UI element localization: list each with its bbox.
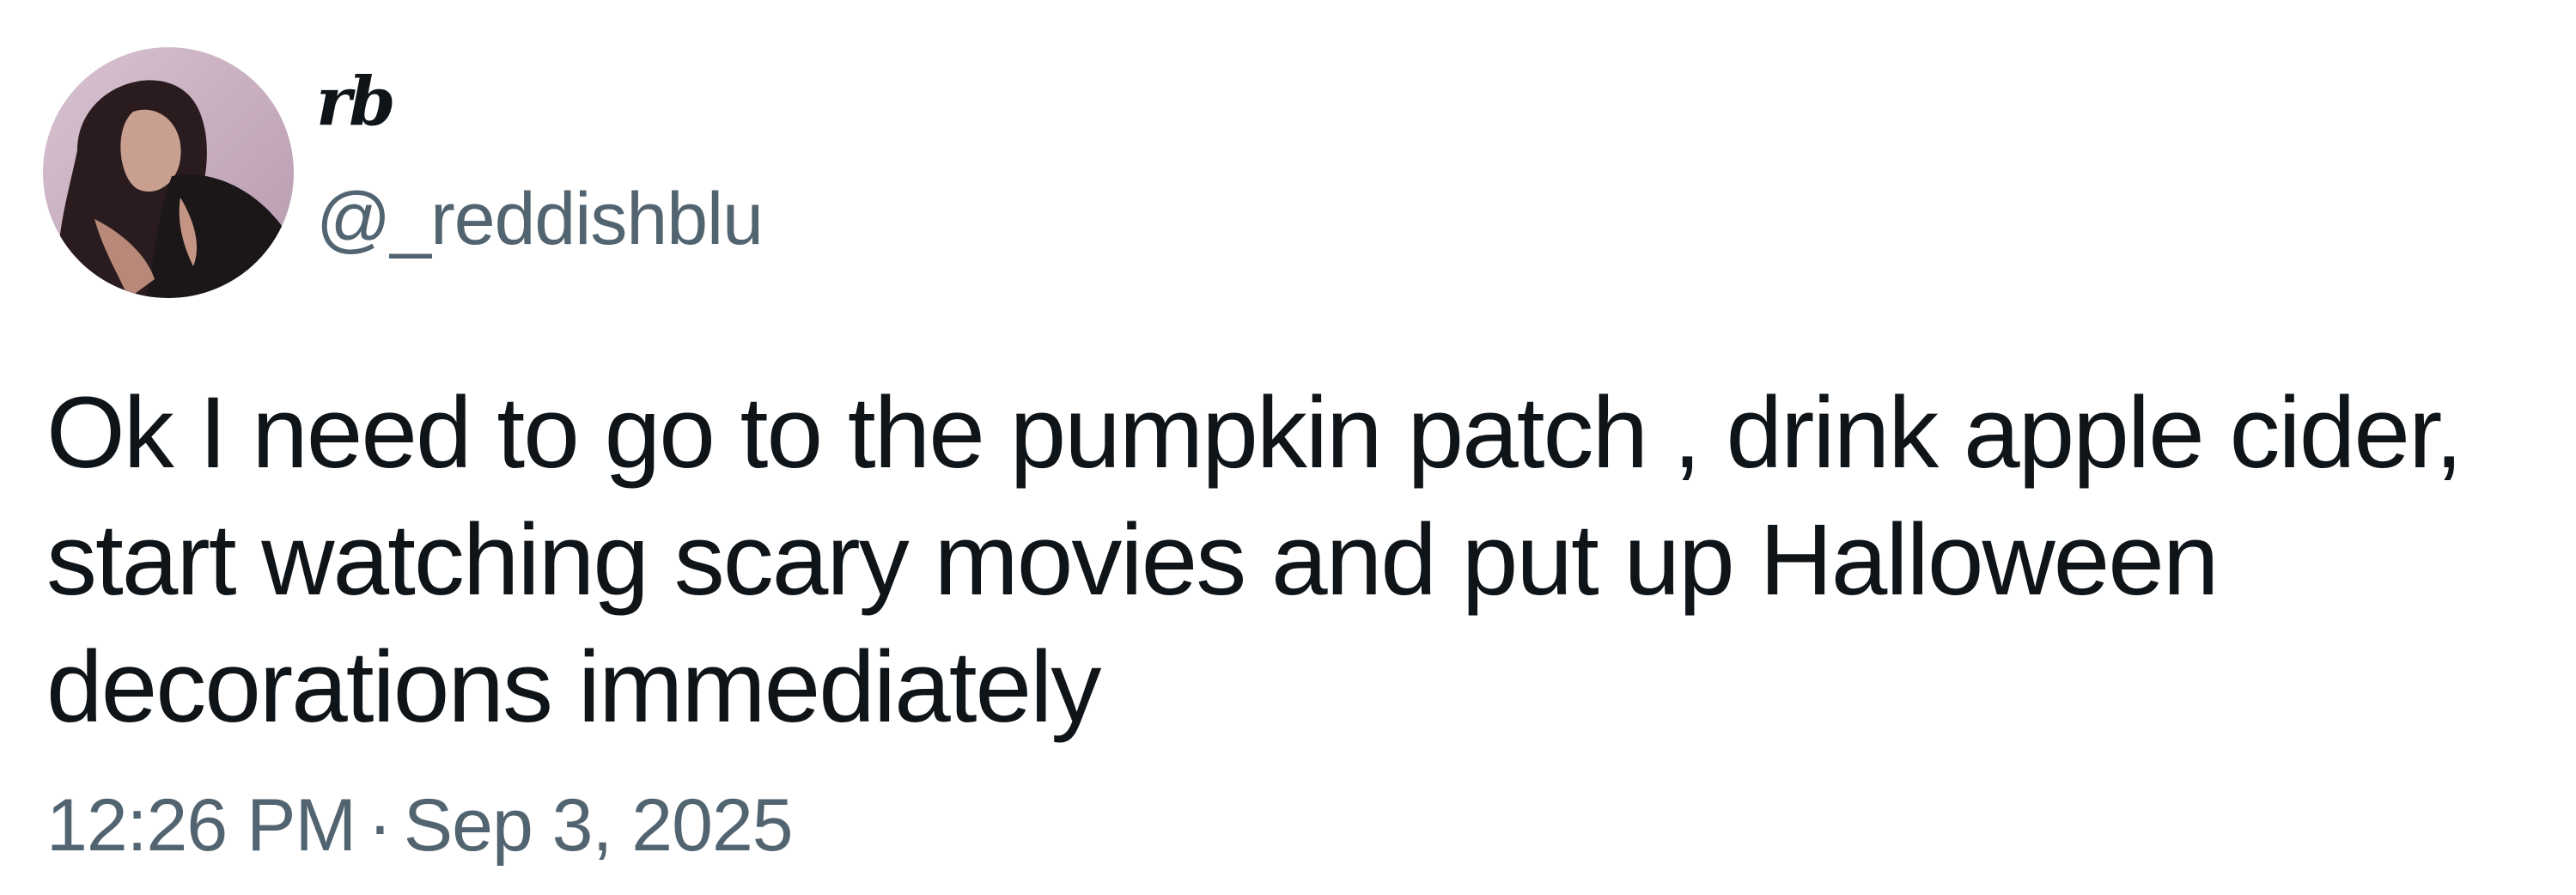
user-handle[interactable]: @_reddishblu <box>316 182 764 256</box>
tweet-time[interactable]: 12:26 PM <box>46 784 356 867</box>
tweet-text: Ok I need to go to the pumpkin patch , d… <box>46 369 2563 751</box>
tweet-text-line: start watching scary movies and put up H… <box>46 503 2220 617</box>
avatar-photo-icon <box>43 47 294 298</box>
display-name[interactable]: rb <box>316 69 396 136</box>
avatar[interactable] <box>43 47 294 298</box>
tweet-text-line: Ok I need to go to the pumpkin patch , d… <box>46 376 2463 490</box>
tweet-timestamp[interactable]: 12:26 PM · Sep 3, 2025 <box>46 788 794 862</box>
tweet-text-line: decorations immediately <box>46 630 1101 744</box>
timestamp-separator: · <box>368 784 393 867</box>
tweet-date[interactable]: Sep 3, 2025 <box>404 784 794 867</box>
tweet-card: rb @_reddishblu Ok I need to go to the p… <box>0 0 2576 895</box>
